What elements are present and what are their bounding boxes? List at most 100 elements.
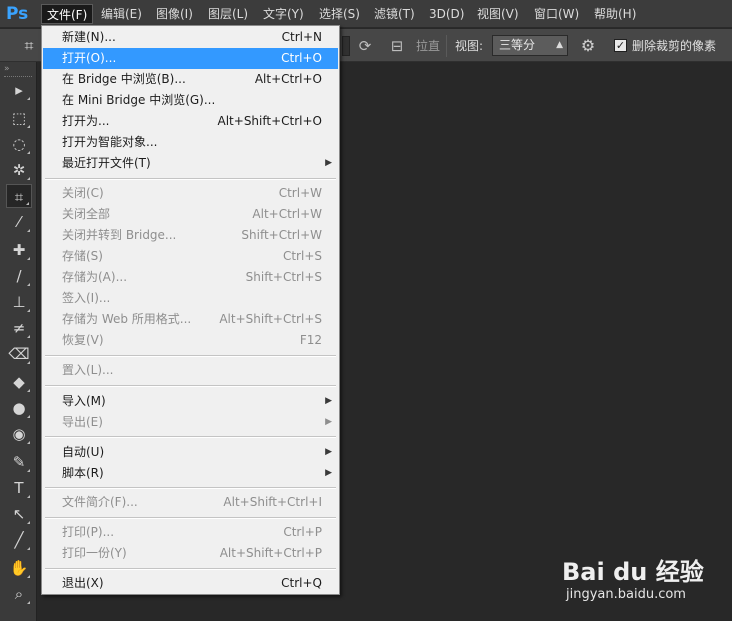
view-overlay-value: 三等分 [499,38,536,52]
history-brush-tool-icon[interactable]: ≠ [6,316,32,340]
menu-separator [45,385,336,387]
submenu-indicator-icon [27,521,30,524]
menu-select[interactable]: 选择(S) [314,4,365,24]
line-tool-icon[interactable]: ╱ [6,528,32,552]
menu-3d[interactable]: 3D(D) [424,4,469,24]
menu-type[interactable]: 文字(Y) [258,4,309,24]
menu-help[interactable]: 帮助(H) [589,4,641,24]
move-tool-icon[interactable]: ▸ [6,78,32,102]
view-overlay-select[interactable]: 三等分 ▲ [492,35,568,56]
menu-separator [45,568,336,570]
menu-item-shortcut: Alt+Shift+Ctrl+S [219,312,322,326]
crop-tool-icon[interactable]: ⌗ [6,184,32,208]
brush-tool-icon[interactable]: / [6,264,32,288]
file-menu-item: 打印(P)... Ctrl+P [43,522,338,543]
menu-item-label: 导入(M) [62,394,106,408]
gear-icon[interactable]: ⚙ [578,35,598,57]
baidu-jingyan-watermark: Bai du 经验 jingyan.baidu.com [562,540,712,610]
menu-item-shortcut: Alt+Ctrl+W [252,207,322,221]
menu-item-label: 新建(N)... [62,30,116,44]
straighten-label[interactable]: 拉直 [416,37,440,54]
menu-item-shortcut: Ctrl+P [283,525,322,539]
file-menu-item[interactable]: 打开为智能对象... [43,132,338,153]
marquee-tool-icon[interactable]: ⬚ [6,106,32,130]
path-selection-tool-icon[interactable]: ↖ [6,502,32,526]
file-menu-item: 置入(L)... [43,360,338,381]
paint-bucket-tool-icon[interactable]: ◆ [6,370,32,394]
rotate-icon[interactable]: ⟳ [354,35,376,57]
submenu-indicator-icon [27,441,30,444]
menu-item-label: 签入(I)... [62,291,111,305]
menu-item-label: 存储(S) [62,249,103,263]
menu-view[interactable]: 视图(V) [472,4,524,24]
submenu-indicator-icon [27,601,30,604]
menu-item-label: 文件简介(F)... [62,495,138,509]
watermark-url: jingyan.baidu.com [566,587,686,602]
file-menu-item: 关闭并转到 Bridge... Shift+Ctrl+W [43,225,338,246]
menu-separator [45,487,336,489]
file-menu-item[interactable]: 在 Mini Bridge 中浏览(G)... [43,90,338,111]
blur-tool-icon[interactable]: ● [6,396,32,420]
submenu-indicator-icon [27,335,30,338]
submenu-indicator-icon [27,575,30,578]
menu-item-label: 最近打开文件(T) [62,156,151,170]
file-menu-item[interactable]: 打开为... Alt+Shift+Ctrl+O [43,111,338,132]
menu-image[interactable]: 图像(I) [151,4,198,24]
eyedropper-tool-icon[interactable]: ⁄ [6,210,32,234]
file-menu-item[interactable]: 最近打开文件(T) ▶ [43,153,338,174]
file-menu-item: 关闭全部 Alt+Ctrl+W [43,204,338,225]
healing-brush-tool-icon[interactable]: ✚ [6,238,32,262]
collapse-icon[interactable]: » [4,64,10,74]
submenu-indicator-icon [27,229,30,232]
tools-panel: » ▸ ⬚ ◌ ✲ ⌗ ⁄ ✚ / ⊥ ≠ ⌫ ◆ ● ◉ ✎ T ↖ ╱ ✋ ⌕ [0,62,37,621]
options-divider [446,35,447,57]
type-tool-icon[interactable]: T [6,476,32,500]
hand-tool-icon[interactable]: ✋ [6,556,32,580]
delete-cropped-checkbox[interactable]: ✓ [614,39,627,52]
menu-item-label: 打开为... [62,114,110,128]
submenu-arrow-icon: ▶ [325,417,332,427]
menu-item-label: 恢复(V) [62,333,104,347]
menu-file[interactable]: 文件(F) [41,4,94,24]
menu-item-label: 存储为 Web 所用格式... [62,312,192,326]
file-menu-item[interactable]: 导入(M) ▶ [43,391,338,412]
file-menu-item: 文件简介(F)... Alt+Shift+Ctrl+I [43,492,338,513]
chevron-updown-icon: ▲ [556,40,563,50]
file-menu-item[interactable]: 打开(O)... Ctrl+O [43,48,338,69]
menu-edit[interactable]: 编辑(E) [96,4,147,24]
file-menu-item[interactable]: 新建(N)... Ctrl+N [43,27,338,48]
file-menu-item[interactable]: 自动(U) ▶ [43,442,338,463]
submenu-indicator-icon [27,97,30,100]
straighten-icon[interactable]: ⊟ [386,35,408,57]
delete-cropped-label[interactable]: 删除裁剪的像素 [632,37,716,54]
file-menu-item: 存储为(A)... Shift+Ctrl+S [43,267,338,288]
menu-item-label: 关闭全部 [62,207,111,221]
menu-item-shortcut: Alt+Shift+Ctrl+I [223,495,322,509]
file-menu-item[interactable]: 退出(X) Ctrl+Q [43,573,338,594]
clone-stamp-tool-icon[interactable]: ⊥ [6,290,32,314]
file-menu-item[interactable]: 在 Bridge 中浏览(B)... Alt+Ctrl+O [43,69,338,90]
menu-item-label: 在 Bridge 中浏览(B)... [62,72,186,86]
menu-item-label: 打开为智能对象... [62,135,158,149]
menu-item-label: 关闭并转到 Bridge... [62,228,177,242]
dodge-tool-icon[interactable]: ◉ [6,422,32,446]
menu-window[interactable]: 窗口(W) [529,4,584,24]
file-menu-item[interactable]: 脚本(R) ▶ [43,463,338,484]
submenu-indicator-icon [27,361,30,364]
menu-item-shortcut: Ctrl+W [278,186,322,200]
menu-filter[interactable]: 滤镜(T) [369,4,420,24]
menu-item-shortcut: Ctrl+O [281,51,322,65]
menu-item-label: 脚本(R) [62,466,104,480]
crop-tool-icon[interactable]: ⌗ [18,35,40,57]
menu-separator [45,178,336,180]
magic-wand-tool-icon[interactable]: ✲ [6,158,32,182]
zoom-tool-icon[interactable]: ⌕ [6,582,32,606]
pen-tool-icon[interactable]: ✎ [6,450,32,474]
menu-layer[interactable]: 图层(L) [203,4,253,24]
lasso-tool-icon[interactable]: ◌ [6,132,32,156]
ratio-field[interactable] [342,36,350,56]
eraser-tool-icon[interactable]: ⌫ [6,342,32,366]
submenu-indicator-icon [27,309,30,312]
submenu-arrow-icon: ▶ [325,468,332,478]
submenu-indicator-icon [27,469,30,472]
